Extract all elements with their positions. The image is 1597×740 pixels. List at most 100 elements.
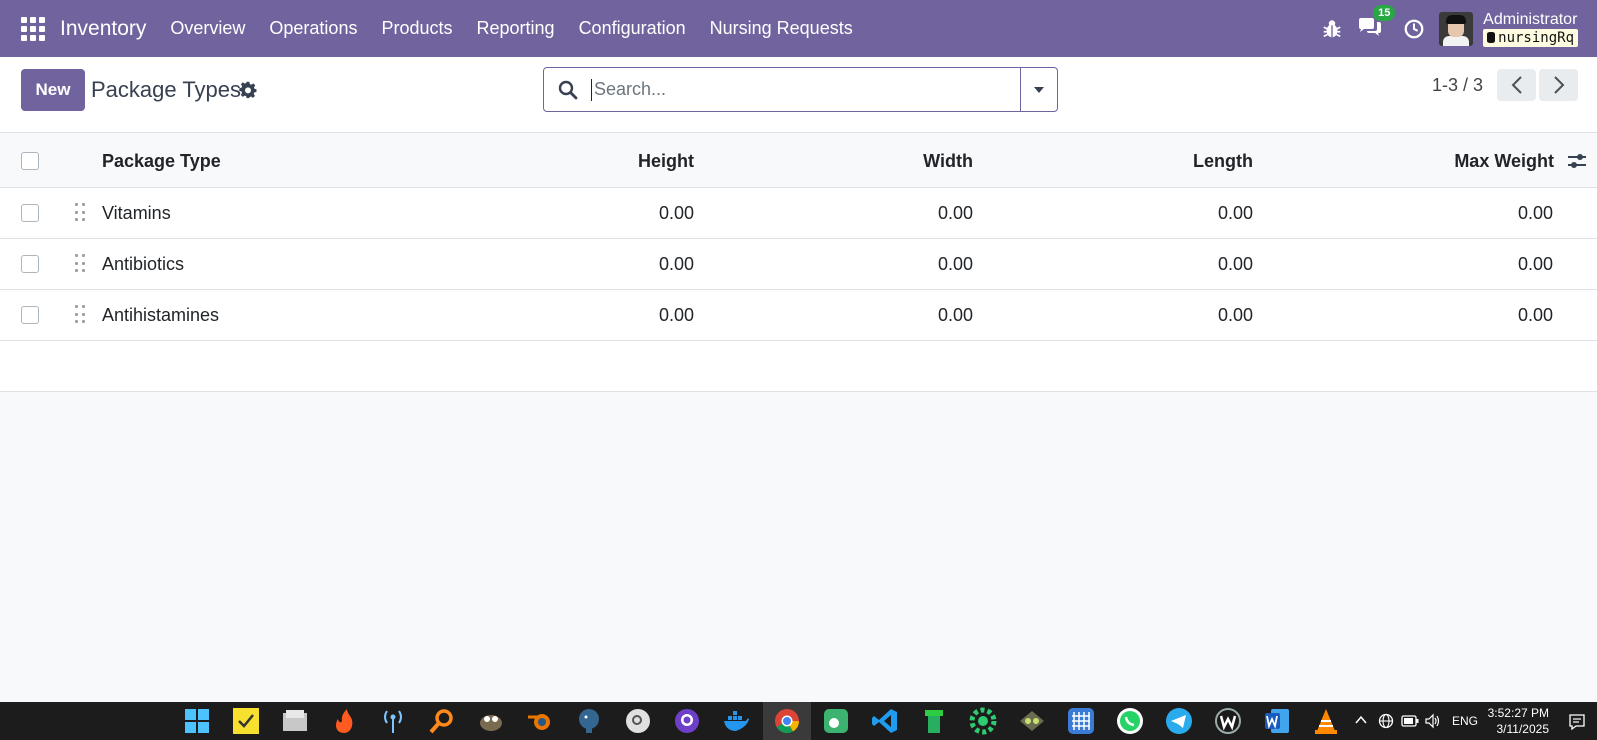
- gimp-icon[interactable]: [477, 707, 505, 735]
- control-panel: New Package Types 1-3 / 3: [0, 57, 1597, 133]
- table-row[interactable]: Vitamins 0.00 0.00 0.00 0.00: [0, 188, 1597, 239]
- cell-package-type: Antibiotics: [102, 254, 185, 274]
- chevron-left-icon: [1511, 76, 1522, 94]
- app-menu-icon[interactable]: [21, 16, 47, 42]
- whatsapp-icon[interactable]: [1116, 707, 1144, 735]
- debug-bug-icon[interactable]: [1321, 18, 1343, 40]
- cell-length: 0.00: [1217, 203, 1253, 223]
- menu-overview[interactable]: Overview: [158, 18, 257, 39]
- caret-down-icon: [1034, 86, 1044, 93]
- top-navbar: Inventory Overview Operations Products R…: [0, 0, 1597, 57]
- volume-icon[interactable]: [1424, 713, 1442, 729]
- network-icon[interactable]: [379, 707, 407, 735]
- activity-clock-icon[interactable]: [1403, 18, 1425, 40]
- firefox-icon[interactable]: [330, 707, 358, 735]
- cell-width: 0.00: [937, 254, 973, 274]
- user-menu[interactable]: Administrator nursingRq: [1483, 11, 1578, 47]
- settings-gear-icon[interactable]: [969, 707, 997, 735]
- table-row[interactable]: Antibiotics 0.00 0.00 0.00 0.00: [0, 239, 1597, 290]
- navbar-systray: 15 Administrator nursingRq: [1321, 0, 1597, 57]
- menu-products[interactable]: Products: [369, 18, 464, 39]
- database-icon: [1487, 32, 1496, 43]
- cell-width: 0.00: [937, 305, 973, 325]
- drag-handle-icon[interactable]: [75, 305, 85, 325]
- cell-length: 0.00: [1217, 254, 1253, 274]
- pager-previous-button[interactable]: [1497, 69, 1536, 101]
- search-bar: [543, 67, 1058, 112]
- cell-height: 0.00: [658, 203, 694, 223]
- file-explorer-icon[interactable]: [281, 707, 309, 735]
- cell-package-type: Antihistamines: [102, 305, 220, 325]
- word-icon[interactable]: [1263, 707, 1291, 735]
- globe-icon[interactable]: [1378, 713, 1394, 729]
- twinkle-icon[interactable]: [1018, 707, 1046, 735]
- user-name: Administrator: [1483, 10, 1578, 28]
- battery-icon[interactable]: [1401, 715, 1419, 727]
- windows-start-icon[interactable]: [183, 707, 211, 735]
- cell-length: 0.00: [1217, 305, 1253, 325]
- database-tag: nursingRq: [1483, 28, 1578, 47]
- screen-capture-icon[interactable]: [822, 707, 850, 735]
- column-header-package-type[interactable]: Package Type: [102, 134, 221, 188]
- cell-height: 0.00: [658, 305, 694, 325]
- menu-operations[interactable]: Operations: [257, 18, 369, 39]
- optional-columns-icon[interactable]: [1567, 151, 1587, 171]
- row-checkbox[interactable]: [21, 306, 39, 324]
- taskbar-clock[interactable]: 3:52:27 PM 3/11/2025: [1487, 705, 1549, 737]
- wps-icon[interactable]: [1214, 707, 1242, 735]
- taskbar-time: 3:52:27 PM: [1487, 706, 1549, 720]
- pager-value[interactable]: 1-3 / 3: [1432, 75, 1483, 96]
- pipe-icon[interactable]: [920, 707, 948, 735]
- messages-badge: 15: [1373, 4, 1396, 21]
- column-header-height[interactable]: Height: [638, 134, 694, 188]
- windows-taskbar: ENG 3:52:27 PM 3/11/2025: [0, 702, 1597, 740]
- cell-width: 0.00: [937, 203, 973, 223]
- table-row[interactable]: Antihistamines 0.00 0.00 0.00 0.00: [0, 290, 1597, 341]
- search-input[interactable]: [592, 68, 1020, 111]
- row-checkbox[interactable]: [21, 204, 39, 222]
- select-all-checkbox[interactable]: [21, 152, 39, 170]
- row-checkbox[interactable]: [21, 255, 39, 273]
- text-caret: [591, 79, 592, 101]
- column-header-max-weight[interactable]: Max Weight: [1454, 134, 1554, 188]
- notification-icon[interactable]: [1568, 713, 1586, 731]
- grid-app-icon[interactable]: [1067, 707, 1095, 735]
- cell-max-weight: 0.00: [1517, 305, 1553, 325]
- search-icon[interactable]: [544, 68, 592, 111]
- drag-handle-icon[interactable]: [75, 203, 85, 223]
- cell-max-weight: 0.00: [1517, 254, 1553, 274]
- docker-icon[interactable]: [722, 707, 750, 735]
- blender-icon[interactable]: [526, 707, 554, 735]
- search-options-toggle[interactable]: [1020, 68, 1057, 111]
- table-header-row: Package Type Height Width Length Max Wei…: [0, 134, 1597, 188]
- app-brand[interactable]: Inventory: [60, 17, 146, 41]
- taskbar-date: 3/11/2025: [1496, 722, 1550, 736]
- search-circle-icon[interactable]: [624, 707, 652, 735]
- tray-chevron-up-icon[interactable]: [1355, 715, 1367, 725]
- pager-next-button[interactable]: [1539, 69, 1578, 101]
- cell-height: 0.00: [658, 254, 694, 274]
- column-header-width[interactable]: Width: [923, 134, 973, 188]
- new-button[interactable]: New: [21, 69, 85, 111]
- gear-icon[interactable]: [239, 81, 257, 99]
- avatar[interactable]: [1439, 11, 1474, 46]
- menu-configuration[interactable]: Configuration: [567, 18, 698, 39]
- cell-max-weight: 0.00: [1517, 203, 1553, 223]
- database-name: nursingRq: [1498, 29, 1574, 46]
- messages-button[interactable]: 15: [1357, 4, 1396, 41]
- telegram-icon[interactable]: [1165, 707, 1193, 735]
- vscode-icon[interactable]: [871, 707, 899, 735]
- github-icon[interactable]: [673, 707, 701, 735]
- sticky-notes-icon[interactable]: [232, 707, 260, 735]
- postgresql-icon[interactable]: [575, 707, 603, 735]
- search-tool-icon[interactable]: [428, 707, 456, 735]
- vlc-icon[interactable]: [1312, 707, 1340, 735]
- page-title: Package Types: [91, 77, 242, 102]
- menu-nursing-requests[interactable]: Nursing Requests: [698, 18, 865, 39]
- language-indicator[interactable]: ENG: [1452, 714, 1478, 728]
- menu-reporting[interactable]: Reporting: [465, 18, 567, 39]
- column-header-length[interactable]: Length: [1193, 134, 1253, 188]
- cell-package-type: Vitamins: [102, 203, 171, 223]
- chrome-icon[interactable]: [773, 707, 801, 735]
- drag-handle-icon[interactable]: [75, 254, 85, 274]
